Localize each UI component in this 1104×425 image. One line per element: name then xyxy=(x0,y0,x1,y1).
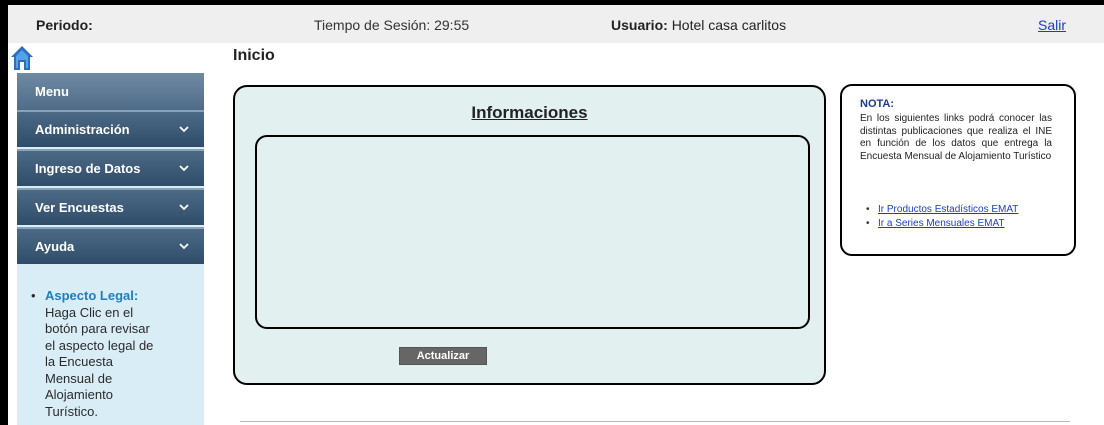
legal-line: Alojamiento xyxy=(45,387,113,402)
menu-header-label: Menu xyxy=(35,84,69,99)
legal-line: la Encuesta xyxy=(45,354,113,369)
home-icon[interactable] xyxy=(10,45,34,71)
note-links: • Ir Productos Estadísticos EMAT • Ir a Se… xyxy=(866,203,1018,231)
chevron-down-icon xyxy=(179,126,189,133)
sidebar-item-label: Administración xyxy=(35,122,130,137)
divider xyxy=(240,421,1070,422)
legal-line: botón para revisar xyxy=(45,321,150,336)
chevron-down-icon xyxy=(179,243,189,250)
chevron-down-icon xyxy=(179,204,189,211)
menu-header: Menu xyxy=(17,73,204,110)
sidebar-item-label: Ver Encuestas xyxy=(35,200,124,215)
chevron-down-icon xyxy=(179,165,189,172)
bullet-icon: • xyxy=(866,204,870,215)
sidebar-item-administracion[interactable]: Administración xyxy=(17,110,204,147)
list-item: • Ir a Series Mensuales EMAT xyxy=(866,217,1018,231)
note-text: En los siguientes links podrá conocer la… xyxy=(860,113,1052,162)
legal-title[interactable]: Aspecto Legal: xyxy=(45,288,195,305)
logout-link[interactable]: Salir xyxy=(1038,17,1066,33)
note-panel: NOTA: En los siguientes links podrá cono… xyxy=(840,84,1076,256)
legal-line: Turístico. xyxy=(45,403,98,419)
top-bar: Periodo: Tiempo de Sesión: 29:55 Usuario… xyxy=(8,5,1104,43)
update-button[interactable]: Actualizar xyxy=(399,347,487,365)
info-title: Informaciones xyxy=(471,103,588,122)
note-title: NOTA: xyxy=(860,98,895,110)
sidebar-item-label: Ayuda xyxy=(35,239,75,254)
legal-line: el aspecto legal de xyxy=(45,337,154,353)
bullet-icon: • xyxy=(866,218,870,229)
info-content-box xyxy=(255,135,810,329)
link-series-mensuales[interactable]: Ir a Series Mensuales EMAT xyxy=(878,218,1005,229)
sidebar: Menu Administración Ingreso de Datos Ver… xyxy=(17,73,204,425)
legal-line: Mensual de xyxy=(45,370,113,386)
sidebar-item-ayuda[interactable]: Ayuda xyxy=(17,227,204,264)
sidebar-item-ver-encuestas[interactable]: Ver Encuestas xyxy=(17,188,204,225)
list-item: • Ir Productos Estadísticos EMAT xyxy=(866,203,1018,217)
user-name: Hotel casa carlitos xyxy=(671,17,787,33)
periodo-label: Periodo: xyxy=(36,17,93,33)
bullet-icon: • xyxy=(31,288,36,303)
sidebar-item-label: Ingreso de Datos xyxy=(35,161,141,176)
legal-info: • Aspecto Legal: Haga Clic en el botón p… xyxy=(31,288,195,420)
window-left-border xyxy=(0,0,8,425)
legal-line: Haga Clic en el xyxy=(45,304,134,320)
info-panel: Informaciones Actualizar xyxy=(233,85,826,385)
session-time: Tiempo de Sesión: 29:55 xyxy=(314,17,470,33)
link-productos-estadisticos[interactable]: Ir Productos Estadísticos EMAT xyxy=(878,204,1018,215)
sidebar-item-ingreso-datos[interactable]: Ingreso de Datos xyxy=(17,149,204,186)
user-info: Usuario: Hotel casa carlitos xyxy=(611,17,786,33)
page-title: Inicio xyxy=(233,47,275,64)
user-label: Usuario: xyxy=(611,17,668,33)
